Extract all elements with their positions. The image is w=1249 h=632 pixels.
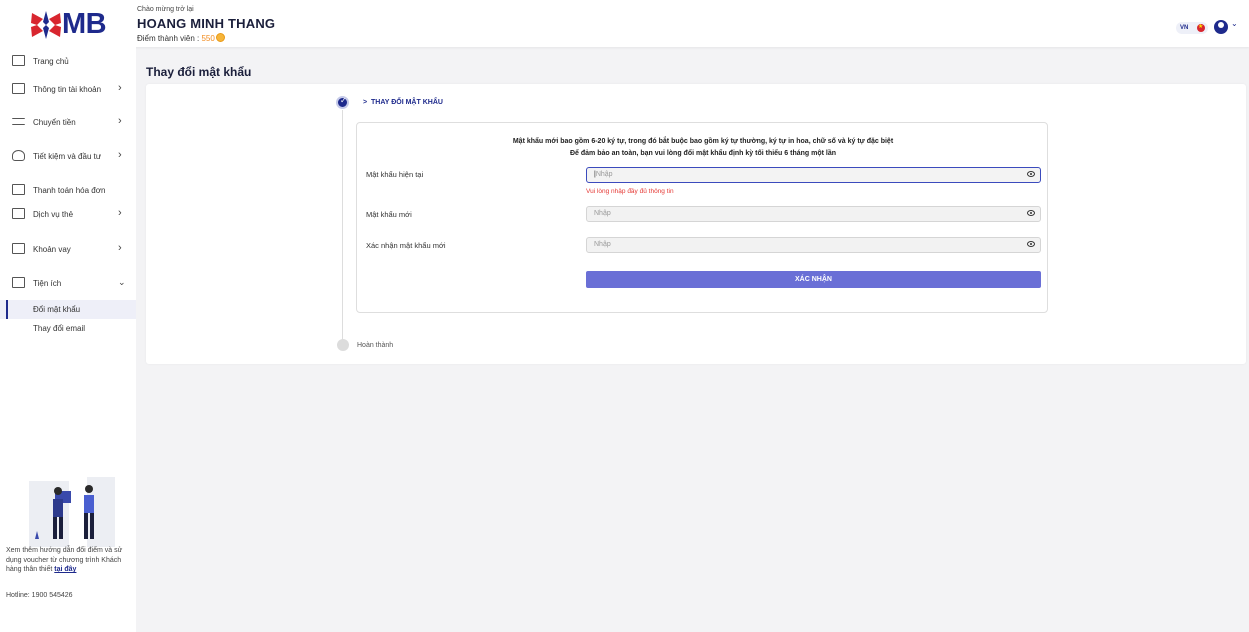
input-placeholder: Nhập xyxy=(594,241,611,248)
chevron-down-icon: ⌄ xyxy=(118,277,126,287)
input-placeholder: Nhập xyxy=(595,171,613,178)
eye-icon[interactable] xyxy=(1027,241,1035,247)
password-reminder: Để đảm bảo an toàn, bạn vui lòng đổi mật… xyxy=(569,150,837,157)
new-password-label: Mật khẩu mới xyxy=(366,210,412,219)
step-complete-icon xyxy=(336,96,349,109)
greeting-text: Chào mừng trở lại xyxy=(137,6,194,13)
step1-title: THAY ĐỔI MẬT KHẨU xyxy=(370,99,443,106)
input-placeholder: Nhập xyxy=(594,210,611,217)
logo-text: MB xyxy=(62,8,107,40)
sidebar-subitem-label: Đổi mật khẩu xyxy=(33,305,81,314)
step1-label: > THAY ĐỔI MẬT KHẨU xyxy=(363,99,443,106)
sidebar-item-bill-payment[interactable]: Thanh toán hóa đơn xyxy=(0,181,136,201)
mb-star-icon xyxy=(31,11,61,39)
user-avatar-icon xyxy=(1214,20,1228,34)
hotline-text: Hotline: 1900 545426 xyxy=(6,592,73,599)
sidebar-item-savings[interactable]: Tiết kiệm và đầu tư › xyxy=(0,147,136,167)
sidebar-item-label: Thông tin tài khoản xyxy=(33,85,102,94)
sidebar-item-transfer[interactable]: Chuyển tiền › xyxy=(0,113,136,133)
sidebar-item-utilities[interactable]: Tiện ích ⌄ xyxy=(0,274,136,294)
sidebar-item-label: Thanh toán hóa đơn xyxy=(33,186,106,195)
error-message: Vui lòng nhập đầy đủ thông tin xyxy=(586,188,674,195)
top-header: MB Chào mừng trở lại HOANG MINH THANG Đi… xyxy=(0,0,1249,47)
password-rule: Mật khẩu mới bao gồm 6-20 ký tự, trong đ… xyxy=(512,138,894,145)
sidebar-item-label: Tiết kiệm và đầu tư xyxy=(33,152,102,161)
bill-icon xyxy=(12,184,25,195)
sidebar-subitem-label: Thay đổi email xyxy=(33,324,86,333)
sidebar-item-loans[interactable]: Khoản vay › xyxy=(0,240,136,260)
account-card-icon xyxy=(12,83,25,94)
sidebar-item-home[interactable]: Trang chủ xyxy=(0,52,136,72)
stepper-line xyxy=(342,110,343,345)
chevron-down-icon: ⌄ xyxy=(1231,19,1238,28)
chevron-right-icon: › xyxy=(118,242,122,254)
chevron-right-icon: › xyxy=(118,82,122,94)
account-menu[interactable]: ⌄ xyxy=(1214,19,1238,35)
step-pending-icon xyxy=(337,339,349,351)
sidebar-item-label: Tiện ích xyxy=(33,279,62,288)
eye-icon[interactable] xyxy=(1027,210,1035,216)
points-label: Điểm thành viên : xyxy=(137,34,202,43)
confirm-password-input[interactable]: Nhập xyxy=(586,237,1041,253)
chevron-right-icon: › xyxy=(118,207,122,219)
promo-text: Xem thêm hướng dẫn đổi điểm và sử dụng v… xyxy=(6,546,126,575)
sidebar-subitem-change-password[interactable]: Đổi mật khẩu xyxy=(0,300,136,319)
new-password-input[interactable]: Nhập xyxy=(586,206,1041,222)
sidebar-item-label: Chuyển tiền xyxy=(33,118,76,127)
language-code: VN xyxy=(1180,25,1189,31)
user-name: HOANG MINH THANG xyxy=(137,16,276,31)
coin-icon xyxy=(215,33,225,42)
sidebar-item-card-services[interactable]: Dịch vụ thẻ › xyxy=(0,205,136,225)
transfer-arrows-icon xyxy=(12,118,25,125)
sidebar-item-label: Khoản vay xyxy=(33,245,71,254)
confirm-password-label: Xác nhận mật khẩu mới xyxy=(366,241,446,250)
bank-icon xyxy=(12,55,25,66)
sidebar-subitem-change-email[interactable]: Thay đổi email xyxy=(0,319,136,338)
vietnam-flag-icon xyxy=(1197,21,1205,33)
chevron-right-icon: › xyxy=(118,115,122,127)
current-password-input[interactable]: |Nhập xyxy=(586,167,1041,183)
step2-label: Hoàn thành xyxy=(357,342,394,349)
piggy-bank-icon xyxy=(12,150,25,161)
sidebar: Trang chủ Thông tin tài khoản › Chuyển t… xyxy=(0,47,136,632)
current-password-label: Mật khẩu hiện tại xyxy=(366,170,424,179)
eye-icon[interactable] xyxy=(1027,171,1035,177)
loan-icon xyxy=(12,243,25,254)
points-value: 550 xyxy=(201,34,215,43)
utilities-icon xyxy=(12,277,25,288)
change-password-form: Mật khẩu mới bao gồm 6-20 ký tự, trong đ… xyxy=(356,122,1048,313)
member-points: Điểm thành viên : 550 xyxy=(137,33,225,43)
mb-logo[interactable]: MB xyxy=(28,8,118,40)
page-title: Thay đổi mật khẩu xyxy=(146,65,252,79)
confirm-button[interactable]: XÁC NHẬN xyxy=(586,271,1041,288)
card-icon xyxy=(12,208,25,219)
promo-illustration xyxy=(27,469,117,549)
sidebar-item-label: Dịch vụ thẻ xyxy=(33,210,74,219)
language-switcher[interactable]: VN xyxy=(1176,21,1208,34)
chevron-right-icon: › xyxy=(118,149,122,161)
promo-link[interactable]: tại đây xyxy=(54,566,76,573)
sidebar-item-account-info[interactable]: Thông tin tài khoản › xyxy=(0,80,136,100)
sidebar-item-label: Trang chủ xyxy=(33,57,69,66)
